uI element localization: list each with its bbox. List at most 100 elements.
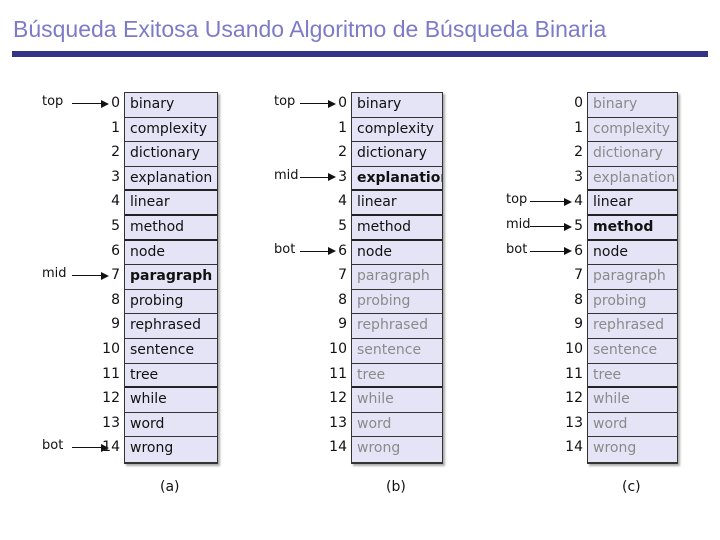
array-cell: dictionary (125, 142, 217, 167)
pointer-arrow-line (530, 250, 564, 252)
pointer-arrow-line (72, 103, 101, 104)
array-cell: node (588, 241, 677, 266)
array-cell: explanation (588, 167, 677, 192)
array-cell: probing (125, 290, 217, 315)
array-cells: binary complexity dictionary explanation lin… (587, 92, 678, 464)
array-cells: binary complexity dictionary explanation lin… (124, 92, 218, 464)
pointer-arrow-line (72, 447, 101, 449)
array-cell: dictionary (352, 142, 442, 167)
pointer-label-top: top (274, 94, 296, 109)
array-cell: while (352, 388, 442, 413)
array-index: 14 (565, 439, 583, 456)
array-cell: word (588, 413, 677, 438)
array-cell: explanation (125, 167, 217, 192)
panel-caption: (a) (160, 479, 180, 495)
array-index: 5 (111, 218, 120, 234)
array-cell: wrong (130, 440, 174, 457)
panel-caption: (b) (386, 479, 406, 495)
pointer-label-top: top (506, 192, 528, 208)
arrow-head-icon (564, 247, 572, 256)
pointer-arrow-line (300, 176, 328, 178)
array-cell: rephrased (588, 314, 677, 339)
array-cell: explanation (352, 167, 442, 192)
array-cell: wrong (593, 440, 637, 457)
array-index: 9 (111, 316, 120, 333)
pointer-label-mid: mid (506, 217, 531, 232)
array-index: 8 (111, 291, 120, 308)
array-index: 7 (574, 267, 583, 284)
array-index: 2 (574, 144, 583, 161)
array-cell: method (352, 216, 442, 241)
title-underline (12, 51, 708, 57)
array-cell: probing (352, 290, 442, 315)
pointer-arrow-line (530, 201, 564, 203)
array-cell: sentence (588, 339, 677, 364)
array-index: 11 (329, 365, 347, 382)
array-index: 8 (338, 291, 347, 308)
array-index: 5 (338, 218, 347, 234)
array-cell: dictionary (588, 142, 677, 167)
array-cell: method (125, 216, 217, 241)
pointer-arrow-line (300, 250, 328, 252)
array-index: 1 (574, 119, 583, 136)
array-index: 7 (338, 267, 347, 284)
pointer-label-mid: mid (274, 167, 299, 183)
array-cell: word (125, 413, 217, 438)
array-cell: tree (352, 364, 442, 389)
arrow-head-icon (328, 99, 336, 108)
array-index: 12 (102, 390, 120, 407)
panel-caption: (c) (622, 479, 641, 495)
array-cell: word (352, 413, 442, 438)
array-cell: complexity (125, 118, 217, 143)
pointer-arrow-line (530, 226, 564, 227)
array-cell: node (125, 241, 217, 266)
array-index: 10 (565, 341, 583, 357)
arrow-head-icon (101, 271, 109, 280)
arrow-head-icon (101, 99, 109, 108)
array-cell: tree (588, 364, 677, 389)
arrow-head-icon (564, 197, 572, 206)
array-index: 12 (565, 390, 583, 407)
array-cell: binary (125, 93, 217, 118)
arrow-head-icon (564, 222, 572, 231)
array-index: 12 (329, 390, 347, 407)
pointer-label-bot: bot (274, 241, 296, 257)
array-index: 6 (111, 242, 120, 259)
pointer-label-bot: bot (42, 438, 64, 454)
array-cell: paragraph (125, 265, 217, 290)
array-cell: complexity (588, 118, 677, 143)
array-index: 1 (111, 119, 120, 136)
pointer-arrow-line (72, 275, 101, 277)
array-index: 1 (338, 119, 347, 136)
array-cell: paragraph (588, 265, 677, 290)
array-cell: linear (125, 191, 217, 216)
array-cell: wrong (357, 440, 401, 457)
array-index: 10 (102, 341, 120, 357)
array-index: 14 (329, 439, 347, 456)
array-cell: binary (352, 93, 442, 118)
array-index: 9 (574, 316, 583, 333)
array-cell: complexity (352, 118, 442, 143)
array-cell: while (125, 388, 217, 413)
array-cell: paragraph (352, 265, 442, 290)
pointer-arrow-line (300, 103, 328, 104)
array-cell: sentence (352, 339, 442, 364)
array-index: 13 (565, 414, 583, 431)
array-index: 2 (111, 144, 120, 161)
array-index: 3 (111, 168, 120, 185)
array-index: 4 (111, 193, 120, 210)
arrow-head-icon (101, 443, 109, 452)
arrow-head-icon (328, 173, 336, 182)
pointer-label-mid: mid (42, 266, 67, 282)
array-cell: method (588, 216, 677, 241)
array-cell: binary (588, 93, 677, 118)
array-cell: linear (588, 191, 677, 216)
array-cells: binary complexity dictionary explanation lin… (351, 92, 443, 464)
array-cell: tree (125, 364, 217, 389)
array-index: 2 (338, 144, 347, 161)
array-index: 9 (338, 316, 347, 333)
array-cell: sentence (125, 339, 217, 364)
array-index: 11 (102, 365, 120, 382)
arrow-head-icon (328, 247, 336, 256)
array-index: 13 (102, 414, 120, 431)
